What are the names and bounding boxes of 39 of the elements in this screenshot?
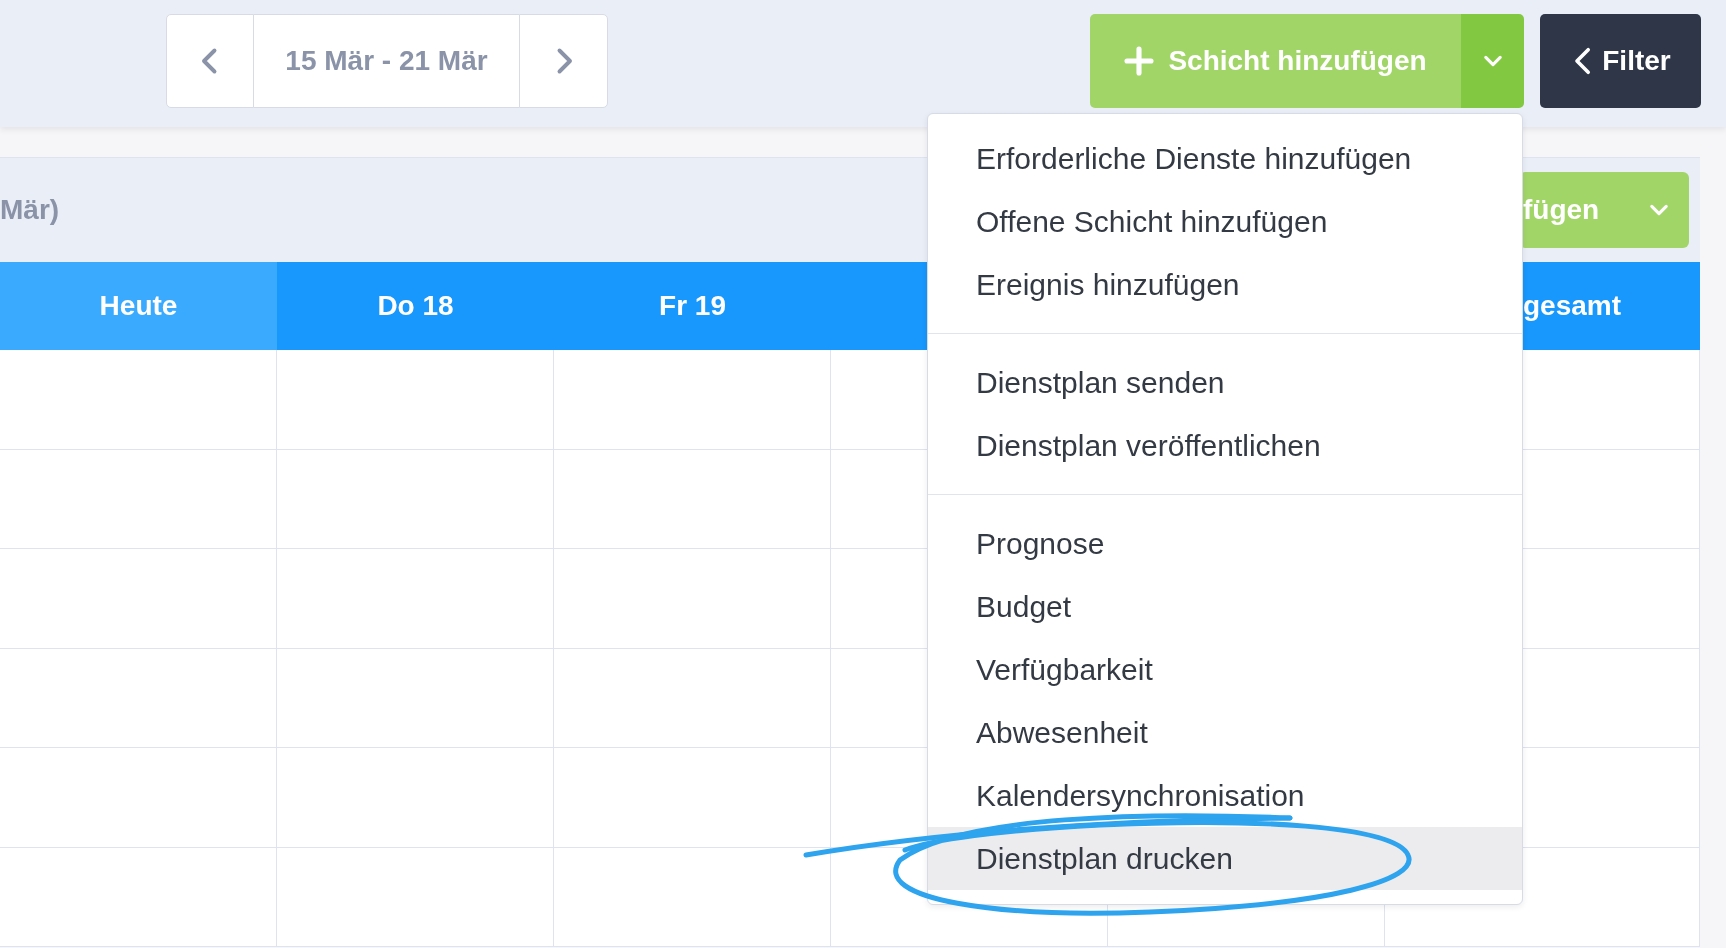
schedule-cell[interactable] [554, 549, 831, 649]
schedule-cell[interactable] [0, 449, 277, 549]
menu-item[interactable]: Prognose [928, 512, 1522, 575]
date-range: 15 Mär - 21 Mär [254, 14, 519, 108]
schedule-cell[interactable] [0, 648, 277, 748]
day-column-header: gesamt [1523, 289, 1623, 323]
schedule-cell[interactable] [0, 350, 277, 450]
schedule-cell[interactable] [277, 350, 554, 450]
schedule-cell[interactable] [277, 847, 554, 947]
schedule-cell[interactable] [277, 449, 554, 549]
previous-week-button[interactable] [166, 14, 254, 108]
menu-item[interactable]: Kalendersynchronisation [928, 764, 1522, 827]
period-title: Mär) [0, 194, 60, 226]
add-shift-dropdown-button[interactable] [1461, 14, 1524, 108]
menu-item[interactable]: Dienstplan veröffentlichen [928, 414, 1522, 477]
schedule-cell[interactable] [554, 350, 831, 450]
day-column-header: Heute [0, 262, 277, 350]
menu-item[interactable]: Abwesenheit [928, 701, 1522, 764]
menu-item[interactable]: Verfügbarkeit [928, 638, 1522, 701]
menu-item[interactable]: Erforderliche Dienste hinzufügen [928, 127, 1522, 190]
menu-item[interactable]: Budget [928, 575, 1522, 638]
menu-item[interactable]: Offene Schicht hinzufügen [928, 190, 1522, 253]
schedule-cell[interactable] [277, 648, 554, 748]
day-column-header: Fr 19 [658, 289, 727, 323]
schedule-cell[interactable] [0, 748, 277, 848]
next-week-button[interactable] [519, 14, 608, 108]
menu-item[interactable]: Dienstplan senden [928, 351, 1522, 414]
schedule-cell[interactable] [554, 748, 831, 848]
schedule-cell[interactable] [0, 549, 277, 649]
day-column-header: Do 18 [376, 289, 455, 323]
schedule-cell[interactable] [0, 847, 277, 947]
schedule-cell[interactable] [277, 748, 554, 848]
filter-button[interactable]: Filter [1540, 14, 1701, 108]
menu-item[interactable]: Dienstplan drucken [928, 827, 1522, 890]
schedule-cell[interactable] [554, 648, 831, 748]
menu-item[interactable]: Ereignis hinzufügen [928, 253, 1522, 316]
plus-icon [1124, 46, 1155, 76]
schedule-cell[interactable] [277, 549, 554, 649]
schedule-cell[interactable] [554, 449, 831, 549]
